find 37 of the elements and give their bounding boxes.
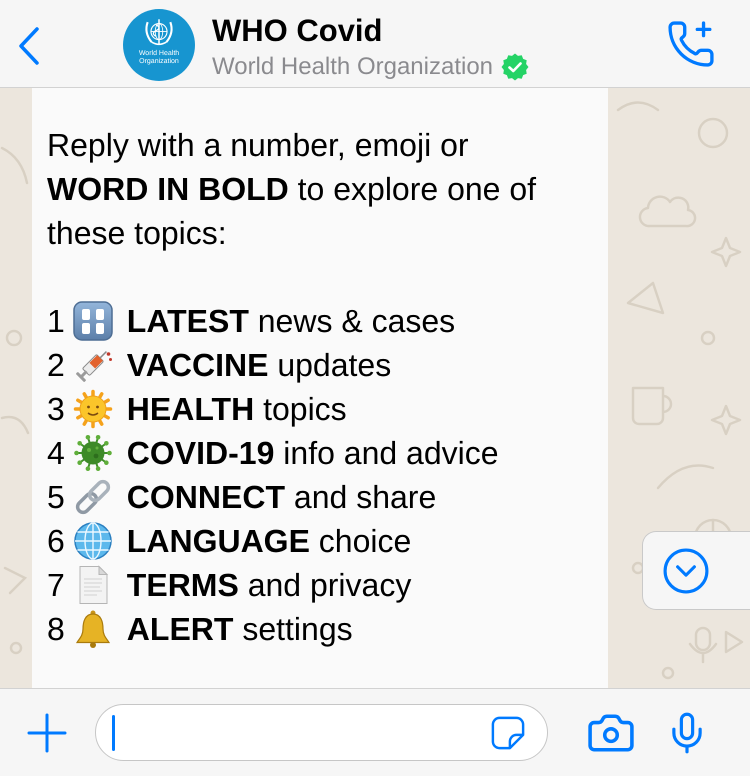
topic-number: 7: [47, 566, 65, 605]
topic-number: 6: [47, 522, 65, 561]
chevron-left-icon: [18, 27, 40, 65]
microphone-icon: [672, 712, 702, 754]
virus-icon: [72, 433, 113, 473]
topic-label: LATEST news & cases: [126, 302, 456, 341]
sun-face-icon: [72, 389, 113, 429]
microphone-button[interactable]: [672, 712, 702, 754]
sticker-icon: [491, 716, 525, 750]
add-call-button[interactable]: [668, 21, 714, 67]
topic-label: TERMS and privacy: [126, 566, 412, 605]
contact-name: WHO Covid: [212, 13, 384, 49]
attach-button[interactable]: [27, 712, 67, 752]
camera-icon: [588, 714, 634, 752]
chevron-down-circle-icon: [663, 548, 709, 594]
topic-number: 5: [47, 478, 65, 517]
topic-label: ALERT settings: [126, 610, 353, 649]
topic-label: LANGUAGE choice: [126, 522, 412, 561]
sticker-button[interactable]: [491, 716, 525, 750]
topic-number: 2: [47, 346, 65, 385]
plus-icon: [27, 712, 67, 752]
topic-label: CONNECT and share: [126, 478, 436, 517]
phone-plus-icon: [668, 21, 714, 67]
intro-text: Reply with a number, emoji or WORD IN BOLD to explore one of these topics:: [47, 126, 538, 253]
topic-number: 4: [47, 434, 65, 473]
topic-number: 1: [47, 302, 65, 341]
topic-label: VACCINE updates: [126, 346, 392, 385]
scroll-down-button[interactable]: [642, 531, 750, 610]
globe-icon: [72, 521, 113, 561]
topic-number: 3: [47, 390, 65, 429]
contact-subtitle: World Health Organization: [212, 52, 494, 82]
back-button[interactable]: [18, 27, 40, 65]
topic-label: HEALTH topics: [126, 390, 347, 429]
topic-number: 8: [47, 610, 65, 649]
keypad-icon: [72, 301, 113, 341]
topic-label: COVID-19 info and advice: [126, 434, 499, 473]
camera-button[interactable]: [588, 714, 634, 752]
